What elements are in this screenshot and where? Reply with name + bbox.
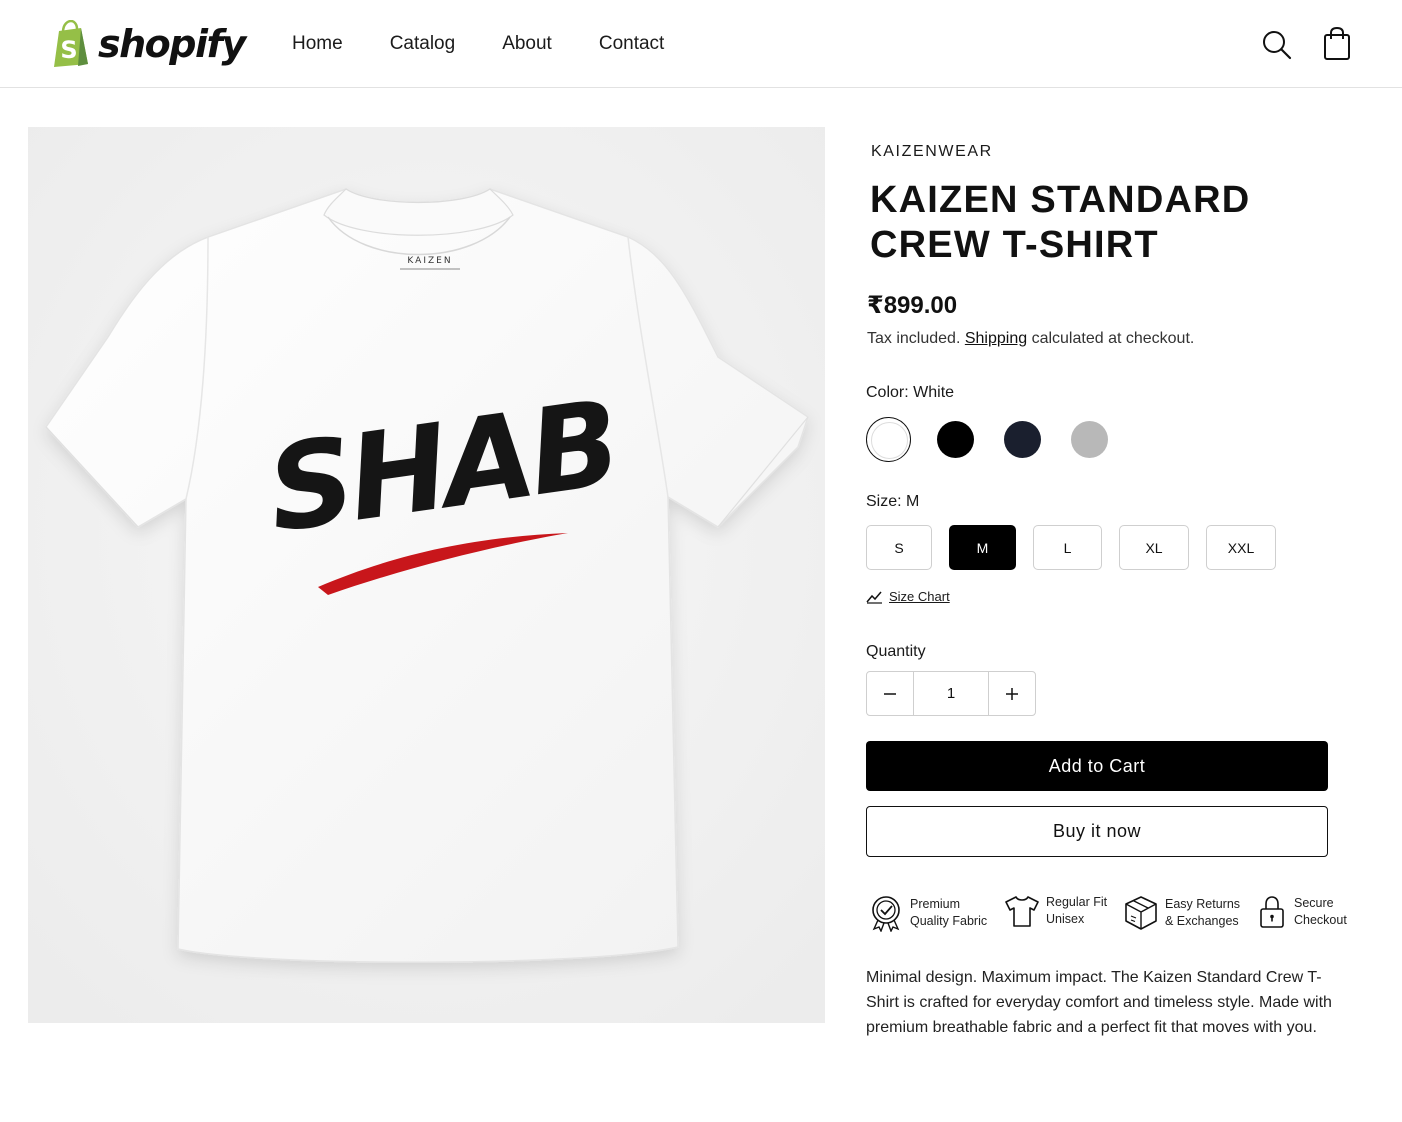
size-s-button[interactable]: S [866,525,932,570]
color-label: Color: White [866,384,954,402]
feature-fit-line2: Unisex [1046,912,1085,926]
nav-contact[interactable]: Contact [599,32,664,56]
product-price: ₹899.00 [867,292,958,319]
size-options: S M L XL XXL [866,525,1293,570]
main-nav: Home Catalog About Contact [292,32,711,56]
product-image[interactable]: KAIZEN SHAB [28,127,825,1023]
plus-icon [1006,687,1018,700]
site-header: S shopify Home Catalog About Contact [0,0,1402,88]
color-label-text: Color: [866,384,909,401]
feature-returns-line2: & Exchanges [1165,914,1239,928]
tax-note: Tax included. Shipping calculated at che… [867,330,1194,348]
shopify-logo[interactable]: S shopify [50,20,246,68]
product-title: KAIZEN STANDARD CREW T-SHIRT [870,179,1251,266]
color-swatches [866,417,1134,462]
feature-secure-checkout: Secure Checkout [1256,894,1347,930]
quantity-increase-button[interactable] [989,672,1035,715]
search-icon[interactable] [1259,26,1293,62]
quantity-stepper: 1 [866,671,1036,716]
nav-catalog[interactable]: Catalog [390,32,456,56]
logo-text: shopify [98,22,246,66]
size-xl-button[interactable]: XL [1119,525,1189,570]
size-xxl-button[interactable]: XXL [1206,525,1276,570]
nav-home[interactable]: Home [292,32,343,56]
quantity-decrease-button[interactable] [867,672,913,715]
feature-returns-line1: Easy Returns [1165,897,1241,911]
feature-premium-line1: Premium [910,897,961,911]
size-selected-value: M [906,493,920,510]
minus-icon [884,692,896,695]
add-to-cart-button[interactable]: Add to Cart [866,741,1328,791]
size-chart-link[interactable]: Size Chart [866,589,950,604]
buy-now-button[interactable]: Buy it now [866,806,1328,857]
tshirt-icon [1005,896,1039,927]
size-chart-label: Size Chart [889,589,950,604]
feature-secure-line1: Secure [1294,896,1334,910]
size-m-button[interactable]: M [949,525,1016,570]
lock-icon [1260,896,1284,928]
product-vendor[interactable]: KAIZENWEAR [871,143,993,161]
product-description: Minimal design. Maximum impact. The Kaiz… [866,969,1332,1036]
feature-fit-line1: Regular Fit [1046,895,1108,909]
neck-label: KAIZEN [407,256,452,266]
box-icon [1125,896,1157,930]
feature-secure-line2: Checkout [1294,913,1347,927]
size-label: Size: M [866,493,919,511]
size-l-button[interactable]: L [1033,525,1102,570]
svg-text:S: S [60,36,77,64]
nav-about[interactable]: About [502,32,552,56]
size-label-text: Size: [866,493,902,510]
shipping-link[interactable]: Shipping [965,330,1027,347]
quantity-label: Quantity [866,643,926,660]
feature-premium-line2: Quality Fabric [910,914,988,928]
chart-trend-icon [866,591,882,604]
tax-prefix: Tax included. [867,330,961,347]
swatch-navy[interactable] [1000,417,1045,462]
tshirt-illustration: KAIZEN SHAB [28,127,825,1023]
swatch-grey[interactable] [1067,417,1112,462]
feature-regular-fit: Regular Fit Unisex [1004,894,1107,928]
feature-easy-returns: Easy Returns & Exchanges [1123,894,1240,932]
shopping-bag-icon[interactable] [1320,26,1354,62]
swatch-white[interactable] [866,417,911,462]
quantity-input[interactable]: 1 [913,672,989,715]
swatch-black[interactable] [933,417,978,462]
shopify-bag-icon: S [54,20,88,67]
tax-suffix: calculated at checkout. [1031,330,1195,347]
feature-premium-fabric: Premium Quality Fabric [868,894,987,932]
badge-check-icon [872,896,900,932]
color-selected-value: White [913,384,955,401]
